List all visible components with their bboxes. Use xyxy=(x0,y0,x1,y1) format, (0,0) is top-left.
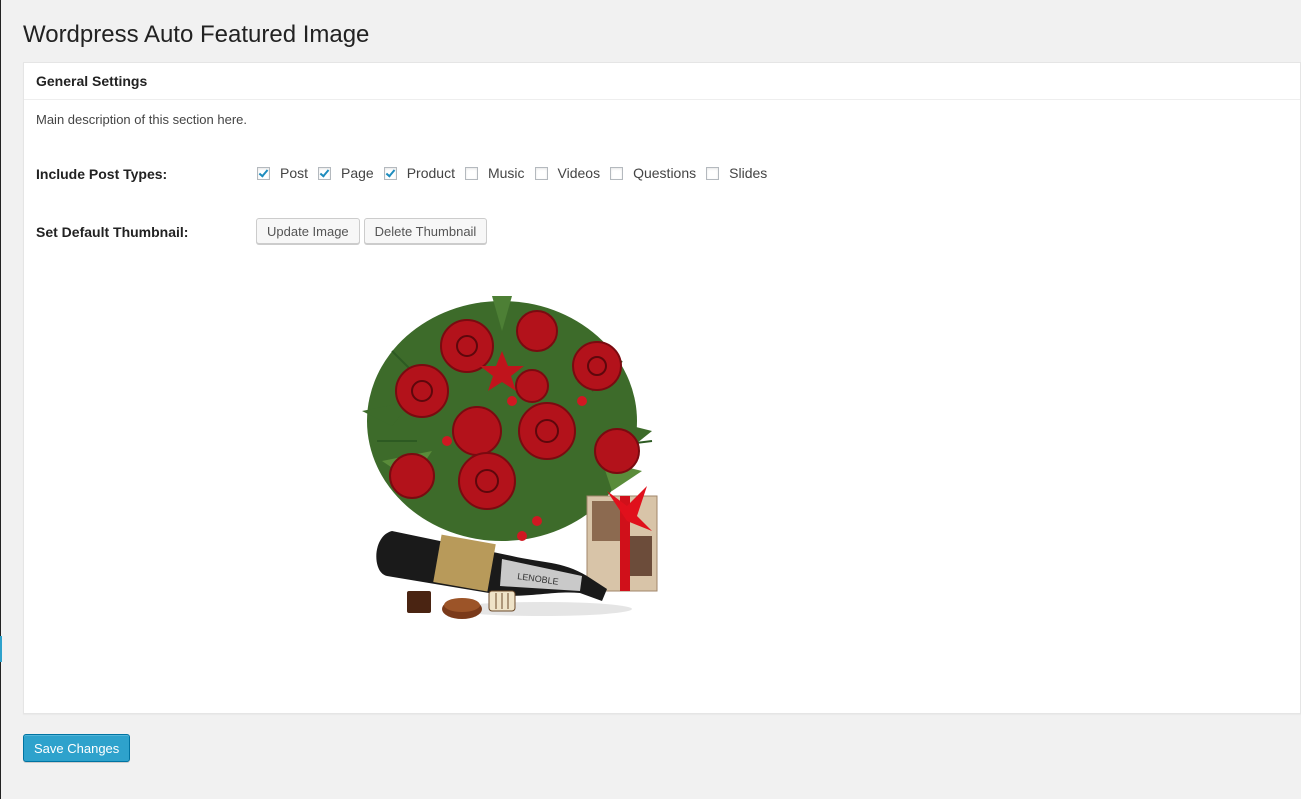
post-type-label: Slides xyxy=(729,165,768,181)
admin-menu-edge xyxy=(0,0,1,799)
music-checkbox[interactable] xyxy=(464,166,478,180)
post-type-label: Page xyxy=(341,165,374,181)
product-checkbox[interactable] xyxy=(383,166,397,180)
post-type-option-questions[interactable]: Questions xyxy=(610,165,696,181)
post-type-option-product[interactable]: Product xyxy=(383,165,455,181)
panel-header: General Settings xyxy=(24,63,1300,100)
post-type-option-music[interactable]: Music xyxy=(464,165,525,181)
post-types-checkbox-group: Post Page Product Music Videos Questions xyxy=(257,165,777,181)
save-changes-button[interactable]: Save Changes xyxy=(23,734,131,762)
post-type-option-slides[interactable]: Slides xyxy=(706,165,767,181)
post-type-label: Questions xyxy=(633,165,697,181)
default-thumbnail-image: LENOBLE xyxy=(362,296,658,619)
questions-checkbox[interactable] xyxy=(610,166,624,180)
delete-thumbnail-button[interactable]: Delete Thumbnail xyxy=(363,218,488,244)
slides-checkbox[interactable] xyxy=(706,166,720,180)
gift-box xyxy=(586,486,658,592)
post-type-label: Videos xyxy=(557,165,601,181)
default-thumbnail-label: Set Default Thumbnail: xyxy=(36,224,189,240)
post-type-label: Post xyxy=(280,165,309,181)
champagne-bottle: LENOBLE xyxy=(376,531,607,601)
page-title: Wordpress Auto Featured Image xyxy=(23,21,370,48)
thumbnail-button-group: Update Image Delete Thumbnail xyxy=(256,218,491,244)
post-type-option-videos[interactable]: Videos xyxy=(534,165,601,181)
update-image-button[interactable]: Update Image xyxy=(256,218,360,244)
section-description: Main description of this section here. xyxy=(36,112,247,127)
admin-menu-accent xyxy=(0,636,2,662)
post-checkbox[interactable] xyxy=(257,166,270,180)
post-types-label: Include Post Types: xyxy=(36,166,168,182)
section-heading: General Settings xyxy=(36,73,148,89)
general-settings-panel: General Settings Main description of thi… xyxy=(23,62,1301,714)
videos-checkbox[interactable] xyxy=(534,166,548,180)
post-type-option-post[interactable]: Post xyxy=(257,165,308,181)
post-type-label: Product xyxy=(406,165,455,181)
post-type-label: Music xyxy=(487,165,525,181)
page-checkbox[interactable] xyxy=(318,166,332,180)
post-type-option-page[interactable]: Page xyxy=(318,165,374,181)
